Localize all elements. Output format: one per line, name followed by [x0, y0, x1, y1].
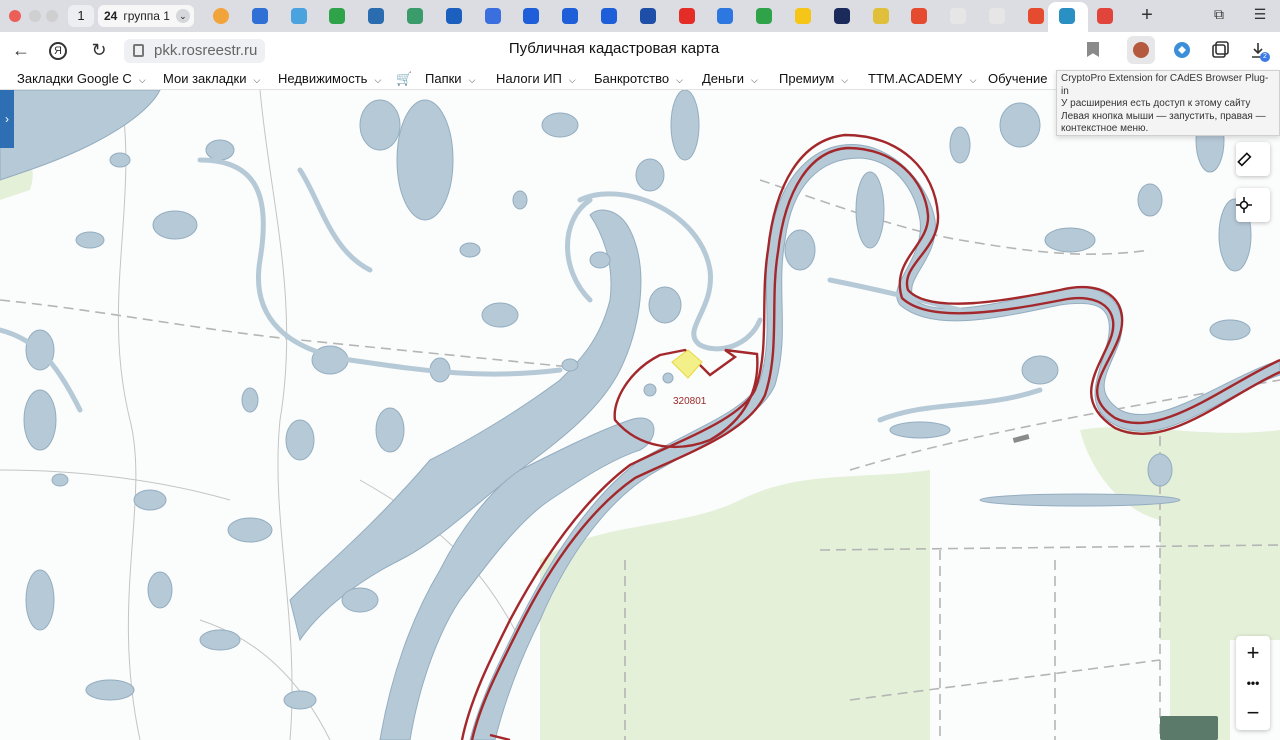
bookmark-folder-money[interactable]: Деньги ⌵: [702, 71, 758, 86]
locate-button[interactable]: [1236, 188, 1270, 222]
chevron-down-icon: ⌵: [969, 75, 977, 85]
hexagon-icon[interactable]: [368, 8, 385, 24]
zoom-controls: + ••• −: [1236, 636, 1270, 730]
bookmark-label: Налоги ИП: [496, 71, 562, 86]
basemap-switcher[interactable]: [1160, 716, 1218, 740]
arrow-logo-icon[interactable]: [601, 8, 617, 24]
tab-group-name: группа 1: [123, 9, 170, 23]
bookmark-label: Закладки Google C: [17, 71, 132, 86]
new-tab-button[interactable]: +: [1136, 5, 1158, 27]
side-panel-toggle[interactable]: ›: [0, 90, 14, 148]
highlighted-parcel[interactable]: [671, 349, 703, 379]
tooltip-access: У расширения есть доступ к этому сайту: [1061, 98, 1251, 109]
bookmark-label: Премиум: [779, 71, 835, 86]
cart-icon[interactable]: 🛒: [396, 71, 412, 87]
chevron-down-icon: ⌵: [138, 75, 146, 85]
chevron-down-icon[interactable]: ⌄: [175, 9, 190, 23]
tabs-overview-icon[interactable]: ⧉: [1209, 6, 1229, 26]
petals-icon[interactable]: [407, 8, 423, 24]
cryptopro-extension-icon[interactable]: [1127, 36, 1155, 64]
dark-logo-icon[interactable]: [833, 8, 850, 24]
bookmark-label: Деньги: [702, 71, 744, 86]
mail-icon[interactable]: [251, 8, 268, 24]
cadastre-icon[interactable]: [1059, 8, 1075, 24]
extension-tooltip: CryptoPro Extension for CAdES Browser Pl…: [1056, 70, 1280, 136]
bookmark-folder-google[interactable]: Закладки Google C ⌵: [17, 71, 146, 86]
map-marker: [1012, 433, 1030, 443]
tab-bar: 1 24 группа 1 ⌄ + ⧉ ☰: [0, 0, 1280, 32]
tab-counter[interactable]: 1: [68, 5, 94, 27]
ruler-icon: [1237, 152, 1252, 167]
map-svg: [0, 90, 1280, 740]
tooltip-hint: Левая кнопка мыши — запустить, правая — …: [1061, 110, 1266, 135]
bookmark-folder-ttm[interactable]: TTM.ACADEMY ⌵: [868, 71, 976, 86]
page-icon[interactable]: [950, 8, 967, 24]
youtube-icon[interactable]: [678, 8, 695, 24]
ruler-button[interactable]: [1236, 142, 1270, 176]
chevron-down-icon: ⌵: [841, 75, 849, 85]
bookmark-folder-taxes[interactable]: Налоги ИП ⌵: [496, 71, 576, 86]
more-button[interactable]: •••: [1236, 668, 1270, 698]
bookmark-label: Недвижимость: [278, 71, 368, 86]
yandex-icon[interactable]: [911, 8, 928, 24]
chevron-down-icon: ⌵: [468, 75, 476, 85]
tab-group[interactable]: 24 группа 1 ⌄: [98, 5, 194, 27]
vk-icon[interactable]: [717, 8, 734, 24]
pin-icon[interactable]: [290, 8, 307, 24]
bookmark-folder-bankruptcy[interactable]: Банкротство ⌵: [594, 71, 683, 86]
map-pin-icon[interactable]: [1097, 8, 1113, 24]
bookmark-folder-folders[interactable]: Папки ⌵: [425, 71, 475, 86]
yellow-logo-icon[interactable]: [795, 8, 811, 24]
bookmark-label: Мои закладки: [163, 71, 247, 86]
chevron-down-icon: ⌵: [751, 75, 758, 85]
plus-square-icon[interactable]: [329, 8, 346, 24]
chevron-down-icon: ⌵: [676, 75, 683, 85]
chevron-down-icon: ⌵: [568, 75, 576, 85]
menu-icon[interactable]: ☰: [1250, 6, 1270, 26]
bookmark-folder-my[interactable]: Мои закладки ⌵: [163, 71, 260, 86]
wave-icon[interactable]: [445, 8, 462, 24]
yandex-icon[interactable]: [1027, 8, 1044, 24]
bookmark-label: TTM.ACADEMY: [868, 71, 963, 86]
download-badge: 2: [1260, 52, 1270, 62]
zoom-in-button[interactable]: +: [1236, 638, 1270, 668]
chevron-down-icon: ⌵: [253, 75, 261, 85]
cube-icon[interactable]: [484, 8, 501, 24]
minimize-window-button[interactable]: [29, 10, 41, 22]
chevron-down-icon: ⌵: [374, 75, 382, 85]
bookmark-label: Папки: [425, 71, 462, 86]
tooltip-title: CryptoPro Extension for CAdES Browser Pl…: [1061, 73, 1269, 97]
extension-icon[interactable]: [1172, 40, 1192, 60]
bookmark-folder-realty[interactable]: Недвижимость ⌵: [278, 71, 381, 86]
arrow-logo-icon[interactable]: [562, 8, 579, 24]
page-icon[interactable]: [989, 8, 1005, 24]
zoom-out-button[interactable]: −: [1236, 698, 1270, 728]
shield-icon[interactable]: [639, 8, 656, 24]
badge-icon[interactable]: [756, 8, 773, 24]
bookmark-label: Обучение: [988, 71, 1048, 86]
page-title: Публичная кадастровая карта: [508, 40, 720, 57]
address-bar: ← Я ↻ pkk.rosreestr.ru Публичная кадастр…: [0, 32, 1280, 68]
maximize-window-button[interactable]: [46, 10, 58, 22]
arrow-logo-icon[interactable]: [523, 8, 540, 24]
bookmark-label: Банкротство: [594, 71, 670, 86]
bitcoin-icon[interactable]: [213, 8, 229, 24]
tab-group-count: 24: [104, 9, 118, 23]
bookmark-folder-education[interactable]: Обучение: [988, 71, 1047, 86]
close-window-button[interactable]: [9, 10, 21, 22]
collections-icon[interactable]: [1210, 40, 1230, 60]
bookmark-folder-premium[interactable]: Премиум ⌵: [779, 71, 848, 86]
parcel-label[interactable]: 320801: [673, 396, 706, 407]
map-canvas[interactable]: 320801 › + ••• −: [0, 90, 1280, 740]
person-icon[interactable]: [872, 8, 889, 24]
crosshair-icon: [1236, 197, 1252, 213]
